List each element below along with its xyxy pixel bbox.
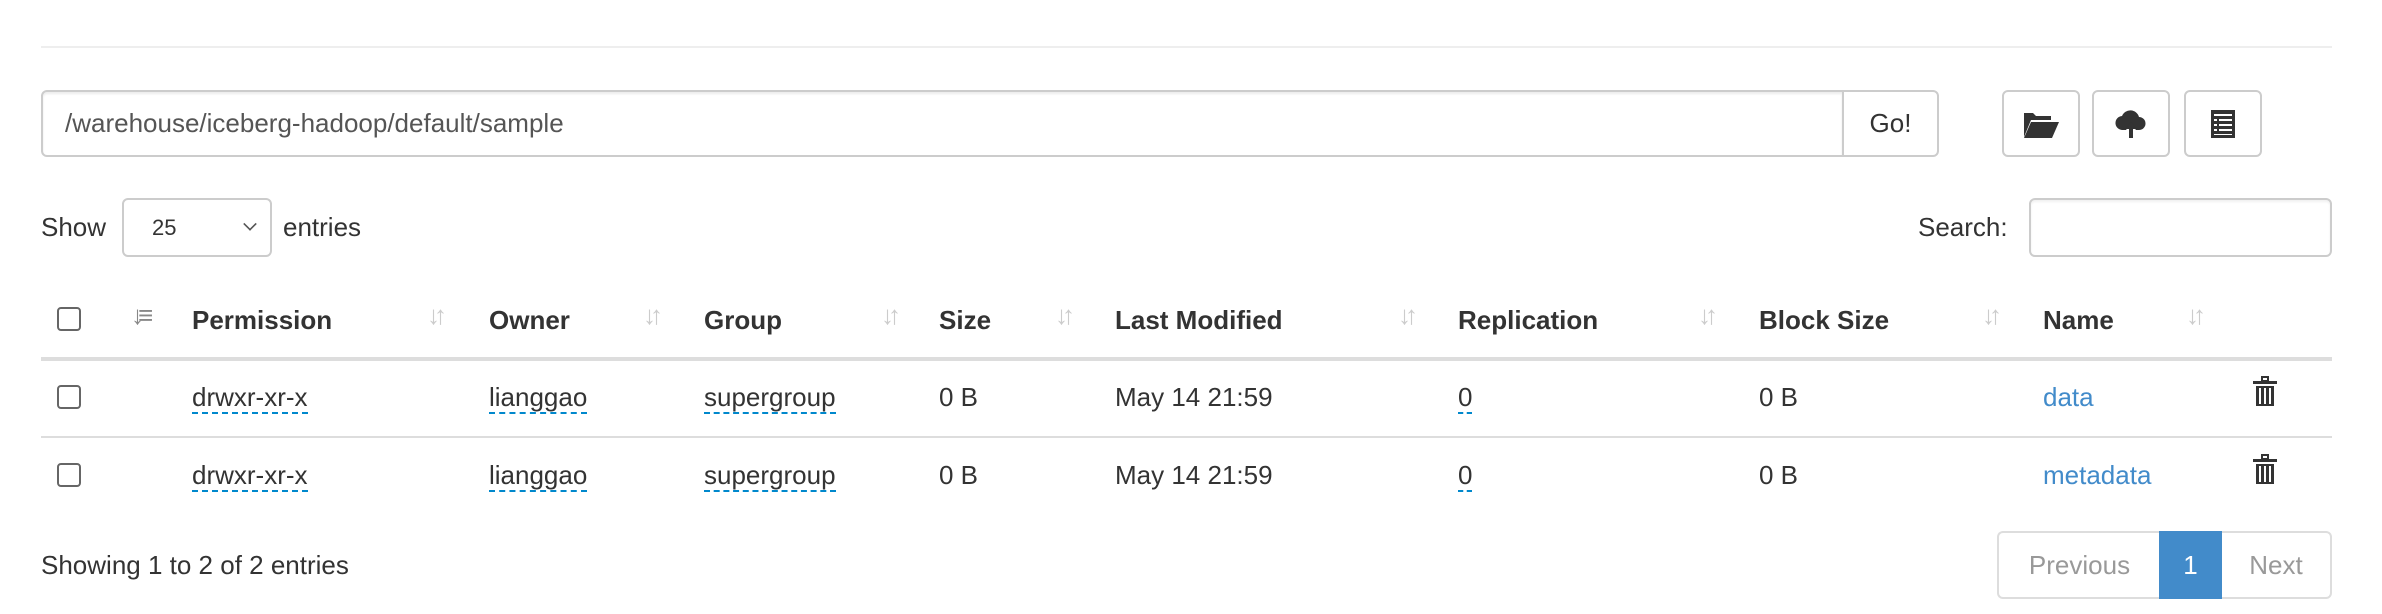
group-cell[interactable]: supergroup <box>704 462 836 492</box>
column-permission[interactable]: Permission <box>192 307 332 333</box>
size-cell: 0 B <box>939 382 979 412</box>
upload-button[interactable] <box>2092 90 2170 157</box>
header-divider <box>41 46 2332 48</box>
column-group[interactable]: Group <box>704 307 782 333</box>
list-alt-icon <box>2211 109 2235 138</box>
sort-icon[interactable]: ↓↑ <box>1055 300 1075 331</box>
trash-icon[interactable] <box>2252 454 2278 486</box>
entries-per-page-select[interactable]: 25 <box>122 198 272 257</box>
sort-icon[interactable]: ↓↑ <box>2186 300 2206 331</box>
replication-cell[interactable]: 0 <box>1458 384 1473 414</box>
owner-cell[interactable]: lianggao <box>489 462 588 492</box>
header-divider-line <box>41 357 2332 361</box>
column-size[interactable]: Size <box>939 307 991 333</box>
cloud-upload-icon <box>2115 109 2146 138</box>
block-size-cell: 0 B <box>1759 382 1799 412</box>
name-link[interactable]: metadata <box>2043 462 2151 488</box>
row-checkbox[interactable] <box>57 385 81 409</box>
previous-page-button[interactable]: Previous <box>1997 531 2160 599</box>
search-input[interactable] <box>2029 198 2332 257</box>
column-block-size[interactable]: Block Size <box>1759 307 1889 333</box>
sort-asc-icon[interactable]: ↓≡ <box>131 300 153 331</box>
name-link[interactable]: data <box>2043 384 2094 410</box>
trash-icon[interactable] <box>2252 376 2278 408</box>
search-label: Search: <box>1918 212 2008 242</box>
create-directory-button[interactable] <box>2002 90 2080 157</box>
path-input[interactable] <box>41 90 1844 157</box>
chevron-down-icon <box>243 217 257 231</box>
sort-icon[interactable]: ↓↑ <box>427 300 447 331</box>
column-owner[interactable]: Owner <box>489 307 570 333</box>
folder-open-icon <box>2024 112 2059 138</box>
column-name[interactable]: Name <box>2043 307 2114 333</box>
entries-label: entries <box>283 212 362 242</box>
permission-cell[interactable]: drwxr-xr-x <box>192 462 308 492</box>
column-replication[interactable]: Replication <box>1458 307 1598 333</box>
permission-cell[interactable]: drwxr-xr-x <box>192 384 308 414</box>
modified-cell: May 14 21:59 <box>1115 460 1273 490</box>
sort-icon[interactable]: ↓↑ <box>1982 300 2002 331</box>
sort-icon[interactable]: ↓↑ <box>1398 300 1418 331</box>
sort-icon[interactable]: ↓↑ <box>643 300 663 331</box>
sort-icon[interactable]: ↓↑ <box>881 300 901 331</box>
go-button[interactable]: Go! <box>1842 90 1939 157</box>
group-cell[interactable]: supergroup <box>704 384 836 414</box>
row-divider <box>41 436 2332 438</box>
page-1-button[interactable]: 1 <box>2159 531 2222 599</box>
size-cell: 0 B <box>939 460 979 490</box>
block-size-cell: 0 B <box>1759 460 1799 490</box>
replication-cell[interactable]: 0 <box>1458 462 1473 492</box>
sort-icon[interactable]: ↓↑ <box>1698 300 1718 331</box>
next-page-button[interactable]: Next <box>2222 531 2332 599</box>
column-last-modified[interactable]: Last Modified <box>1115 307 1283 333</box>
modified-cell: May 14 21:59 <box>1115 382 1273 412</box>
owner-cell[interactable]: lianggao <box>489 384 588 414</box>
select-all-checkbox[interactable] <box>57 307 81 331</box>
row-checkbox[interactable] <box>57 463 81 487</box>
show-label: Show <box>41 212 107 242</box>
list-view-button[interactable] <box>2184 90 2262 157</box>
table-info: Showing 1 to 2 of 2 entries <box>41 550 349 580</box>
